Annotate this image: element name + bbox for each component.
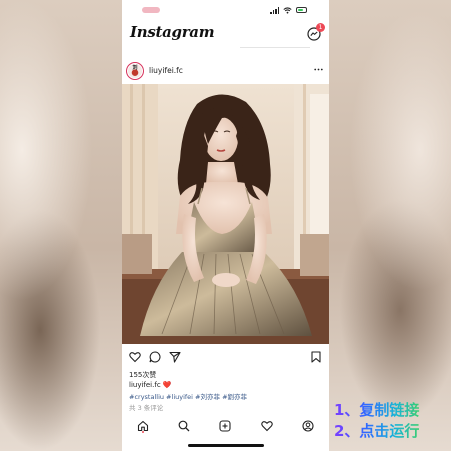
nav-new-post[interactable] bbox=[219, 417, 232, 432]
messages-badge: 1 bbox=[316, 23, 325, 32]
nav-search[interactable] bbox=[178, 417, 190, 432]
more-options-icon[interactable] bbox=[314, 68, 323, 71]
status-icons bbox=[270, 6, 307, 14]
add-post-icon bbox=[219, 420, 232, 432]
heart-outline-icon bbox=[261, 421, 273, 432]
hashtags[interactable]: #crystalliu #liuyifei #刘亦菲 #劉亦菲 bbox=[129, 391, 247, 401]
bookmark-icon[interactable] bbox=[310, 351, 322, 363]
nav-activity[interactable] bbox=[261, 417, 273, 432]
instruction-line-2: 2、点击运行 bbox=[334, 421, 451, 442]
view-comments-link[interactable]: 共 3 条评论 bbox=[129, 402, 163, 412]
post-username[interactable]: liuyifei.fc bbox=[149, 66, 183, 75]
recording-indicator bbox=[142, 7, 160, 13]
nav-profile[interactable] bbox=[302, 417, 314, 432]
post-header: 刘 liuyifei.fc bbox=[122, 60, 329, 84]
profile-icon bbox=[302, 420, 314, 432]
app-header: Instagram 1 bbox=[122, 20, 329, 50]
post-actions bbox=[122, 349, 329, 365]
share-icon[interactable] bbox=[169, 351, 181, 363]
avatar[interactable]: 刘 bbox=[126, 62, 144, 80]
post-photo[interactable] bbox=[122, 84, 329, 344]
search-icon bbox=[178, 420, 190, 432]
phone-screen: Instagram 1 刘 liuyifei.fc 155次赞 liuyifei… bbox=[122, 0, 329, 451]
caption: liuyifei.fc ❤️ bbox=[129, 381, 172, 389]
heart-icon[interactable] bbox=[129, 351, 141, 363]
bottom-nav bbox=[122, 413, 329, 433]
wifi-icon bbox=[283, 6, 292, 14]
active-indicator bbox=[141, 431, 144, 433]
nav-home[interactable] bbox=[137, 417, 149, 433]
signal-icon bbox=[270, 6, 279, 14]
header-divider bbox=[240, 47, 310, 48]
battery-icon bbox=[296, 7, 307, 13]
caption-username[interactable]: liuyifei.fc bbox=[129, 381, 161, 389]
home-indicator[interactable] bbox=[188, 444, 264, 447]
instagram-logo[interactable]: Instagram bbox=[130, 23, 215, 41]
instruction-overlay: 1、复制链接 2、点击运行 bbox=[334, 400, 451, 442]
comment-icon[interactable] bbox=[149, 351, 161, 363]
like-count[interactable]: 155次赞 bbox=[129, 370, 156, 380]
instruction-line-1: 1、复制链接 bbox=[334, 400, 451, 421]
heart-emoji: ❤️ bbox=[162, 381, 172, 389]
status-bar bbox=[122, 0, 329, 20]
avatar-text: 刘 bbox=[128, 64, 142, 78]
